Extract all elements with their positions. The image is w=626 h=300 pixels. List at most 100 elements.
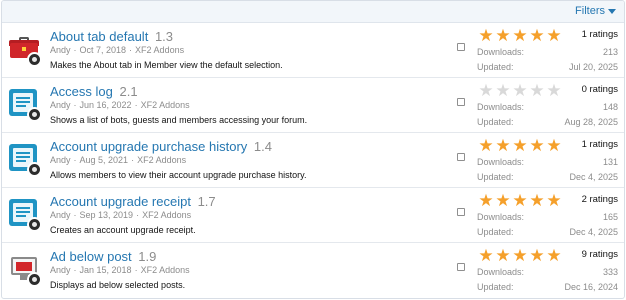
- addon-description: Displays ad below selected posts.: [50, 280, 186, 290]
- meta-separator: ·: [134, 100, 138, 110]
- addon-meta: Andy · Jun 16, 2022 · XF2 Addons: [50, 100, 190, 110]
- addon-icon-wrap: [9, 253, 42, 287]
- star-icon: ★: [512, 136, 528, 155]
- author-avatar[interactable]: [27, 52, 42, 67]
- star-icon: ★: [478, 136, 494, 155]
- addon-icon-wrap: [9, 33, 42, 67]
- addon-date[interactable]: Jan 15, 2018: [80, 265, 132, 275]
- star-icon: ★: [546, 81, 562, 100]
- addon-date[interactable]: Sep 13, 2019: [80, 210, 134, 220]
- meta-separator: ·: [73, 45, 77, 55]
- star-icon: ★: [495, 81, 511, 100]
- addon-row: Account upgrade purchase history 1.4 And…: [2, 133, 624, 188]
- addon-version: 1.4: [253, 139, 272, 154]
- addon-version: 1.9: [138, 249, 157, 264]
- star-icon: ★: [529, 26, 545, 45]
- rating-stars: ★ ★ ★ ★ ★: [478, 27, 562, 44]
- star-icon: ★: [529, 81, 545, 100]
- addon-title: Ad below post 1.9: [50, 249, 156, 264]
- addon-title: About tab default 1.3: [50, 29, 173, 44]
- addon-description: Creates an account upgrade receipt.: [50, 225, 196, 235]
- star-icon: ★: [478, 246, 494, 265]
- addon-description: Shows a list of bots, guests and members…: [50, 115, 308, 125]
- meta-separator: ·: [73, 100, 77, 110]
- rating-stars: ★ ★ ★ ★ ★: [478, 247, 562, 264]
- downloads-value: 148: [602, 102, 618, 112]
- updated-value: Dec 4, 2025: [569, 172, 618, 182]
- downloads-label: Downloads:: [477, 102, 525, 112]
- addon-category[interactable]: XF2 Addons: [141, 100, 190, 110]
- filters-label: Filters: [575, 5, 605, 17]
- updated-label: Updated:: [477, 62, 514, 72]
- addon-category[interactable]: XF2 Addons: [135, 45, 184, 55]
- addon-icon-wrap: [9, 198, 42, 232]
- rating-stars: ★ ★ ★ ★ ★: [478, 137, 562, 154]
- addon-title-link[interactable]: Access log: [50, 84, 113, 99]
- addon-date[interactable]: Oct 7, 2018: [80, 45, 127, 55]
- addon-meta: Andy · Aug 5, 2021 · XF2 Addons: [50, 155, 186, 165]
- updated-value: Dec 16, 2024: [564, 282, 618, 292]
- addon-row: About tab default 1.3 Andy · Oct 7, 2018 · X…: [2, 23, 624, 78]
- addon-icon-wrap: [9, 88, 42, 122]
- addon-row: Ad below post 1.9 Andy · Jan 15, 2018 · XF2 …: [2, 243, 624, 298]
- select-checkbox[interactable]: [457, 153, 465, 161]
- addon-version: 1.3: [154, 29, 174, 44]
- addon-author[interactable]: Andy: [50, 100, 71, 110]
- updated-label: Updated:: [477, 117, 514, 127]
- star-icon: ★: [495, 26, 511, 45]
- addon-category[interactable]: XF2 Addons: [142, 210, 191, 220]
- star-icon: ★: [546, 191, 562, 210]
- filters-button[interactable]: Filters: [575, 5, 616, 17]
- addon-author[interactable]: Andy: [50, 45, 71, 55]
- select-checkbox[interactable]: [457, 208, 465, 216]
- caret-down-icon: [608, 9, 616, 14]
- addon-title-link[interactable]: Account upgrade receipt: [50, 194, 191, 209]
- addon-description: Makes the About tab in Member view the d…: [50, 60, 283, 70]
- downloads-label: Downloads:: [477, 47, 525, 57]
- addon-row: Access log 2.1 Andy · Jun 16, 2022 · XF2 Add…: [2, 78, 624, 133]
- star-icon: ★: [529, 191, 545, 210]
- updated-value: Dec 4, 2025: [569, 227, 618, 237]
- ratings-count: 2 ratings: [581, 194, 618, 205]
- addon-meta: Andy · Sep 13, 2019 · XF2 Addons: [50, 210, 191, 220]
- addon-author[interactable]: Andy: [50, 155, 71, 165]
- star-icon: ★: [529, 246, 545, 265]
- addon-meta: Andy · Oct 7, 2018 · XF2 Addons: [50, 45, 184, 55]
- addon-category[interactable]: XF2 Addons: [137, 155, 186, 165]
- meta-separator: ·: [73, 265, 77, 275]
- addon-description: Allows members to view their account upg…: [50, 170, 307, 180]
- star-icon: ★: [512, 191, 528, 210]
- updated-label: Updated:: [477, 227, 514, 237]
- star-icon: ★: [512, 26, 528, 45]
- author-avatar[interactable]: [27, 107, 42, 122]
- star-icon: ★: [478, 26, 494, 45]
- meta-separator: ·: [136, 210, 140, 220]
- select-checkbox[interactable]: [457, 98, 465, 106]
- downloads-value: 213: [602, 47, 618, 57]
- select-checkbox[interactable]: [457, 263, 465, 271]
- addon-date[interactable]: Aug 5, 2021: [80, 155, 129, 165]
- meta-separator: ·: [73, 155, 77, 165]
- addon-date[interactable]: Jun 16, 2022: [80, 100, 132, 110]
- star-icon: ★: [478, 191, 494, 210]
- downloads-label: Downloads:: [477, 157, 525, 167]
- star-icon: ★: [546, 26, 562, 45]
- ratings-count: 9 ratings: [581, 249, 618, 260]
- addon-title-link[interactable]: Account upgrade purchase history: [50, 139, 247, 154]
- author-avatar[interactable]: [27, 217, 42, 232]
- addon-author[interactable]: Andy: [50, 210, 71, 220]
- addon-category[interactable]: XF2 Addons: [141, 265, 190, 275]
- addon-title-link[interactable]: Ad below post: [50, 249, 132, 264]
- author-avatar[interactable]: [27, 272, 42, 287]
- author-avatar[interactable]: [27, 162, 42, 177]
- addon-author[interactable]: Andy: [50, 265, 71, 275]
- select-checkbox[interactable]: [457, 43, 465, 51]
- ratings-count: 0 ratings: [581, 84, 618, 95]
- star-icon: ★: [512, 81, 528, 100]
- downloads-value: 131: [602, 157, 618, 167]
- updated-label: Updated:: [477, 282, 514, 292]
- downloads-value: 165: [602, 212, 618, 222]
- addon-title-link[interactable]: About tab default: [50, 29, 148, 44]
- addon-row: Account upgrade receipt 1.7 Andy · Sep 13,…: [2, 188, 624, 243]
- addon-title: Account upgrade receipt 1.7: [50, 194, 216, 209]
